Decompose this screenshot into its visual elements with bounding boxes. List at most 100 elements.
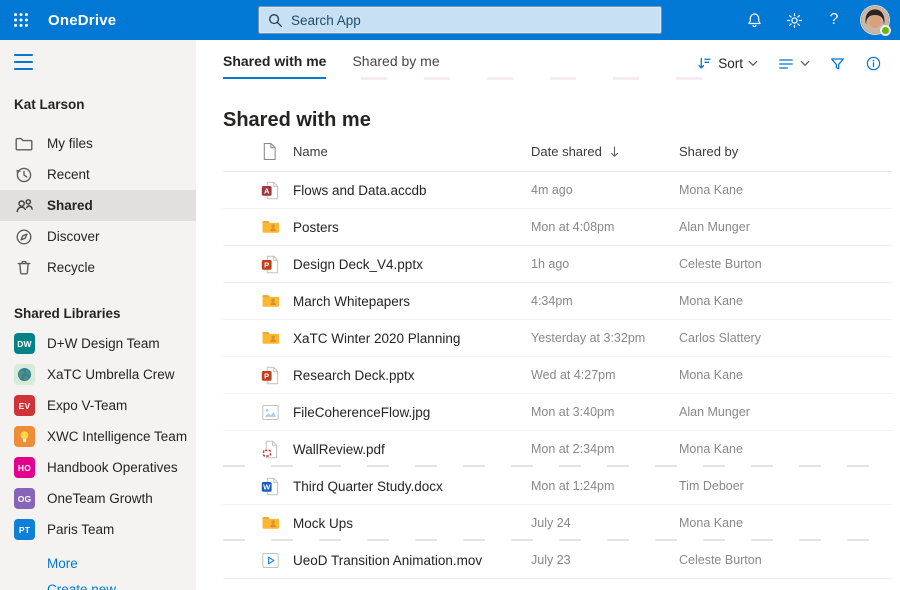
table-row[interactable]: Mock UpsJuly 24Mona Kane bbox=[223, 505, 892, 542]
file-name: Third Quarter Study.docx bbox=[293, 479, 531, 494]
library-initials-tile: HO bbox=[14, 457, 35, 478]
table-row[interactable]: PResearch Deck.pptxWed at 4:27pmMona Kan… bbox=[223, 357, 892, 394]
table-row[interactable]: PDesign Deck_V4.pptx1h agoCeleste Burton bbox=[223, 246, 892, 283]
filter-funnel-icon bbox=[829, 56, 846, 72]
table-row[interactable]: PostersMon at 4:08pmAlan Munger bbox=[223, 209, 892, 246]
shared-by: Mona Kane bbox=[679, 368, 892, 382]
folder-file-icon bbox=[223, 513, 293, 533]
search-input[interactable] bbox=[291, 13, 652, 28]
column-header-shared-by[interactable]: Shared by bbox=[679, 144, 892, 159]
sidebar-item-my-files[interactable]: My files bbox=[0, 128, 196, 159]
settings-gear-icon[interactable] bbox=[774, 0, 814, 40]
document-icon bbox=[261, 142, 278, 161]
filter-button[interactable] bbox=[829, 56, 846, 72]
globe-icon bbox=[14, 364, 35, 385]
user-name: Kat Larson bbox=[14, 97, 196, 112]
library-item-label: D+W Design Team bbox=[47, 336, 160, 351]
table-row[interactable]: March Whitepapers4:34pmMona Kane bbox=[223, 283, 892, 320]
sidebar-item-label: Recent bbox=[47, 167, 90, 182]
create-new-link[interactable]: Create new bbox=[47, 582, 116, 590]
library-item-oneteam-growth[interactable]: OGOneTeam Growth bbox=[0, 483, 196, 514]
folder-icon bbox=[14, 134, 34, 154]
bulb-icon bbox=[14, 426, 35, 447]
column-header-name[interactable]: Name bbox=[293, 144, 531, 159]
date-shared: Mon at 2:34pm bbox=[531, 442, 679, 456]
library-item-label: Expo V-Team bbox=[47, 398, 127, 413]
file-name: Flows and Data.accdb bbox=[293, 183, 531, 198]
search-icon bbox=[268, 13, 283, 28]
user-avatar[interactable] bbox=[860, 5, 890, 35]
search-box[interactable] bbox=[258, 6, 662, 34]
file-name: UeoD Transition Animation.mov bbox=[293, 553, 531, 568]
hamburger-menu-icon[interactable] bbox=[14, 54, 34, 70]
library-item-expo-v-team[interactable]: EV Expo V-Team bbox=[0, 390, 196, 421]
svg-text:P: P bbox=[264, 371, 269, 380]
file-name: Posters bbox=[293, 220, 531, 235]
date-shared: July 23 bbox=[531, 553, 679, 567]
sidebar-item-label: Shared bbox=[47, 198, 93, 213]
date-shared: Mon at 4:08pm bbox=[531, 220, 679, 234]
sort-arrow-icon bbox=[696, 55, 713, 72]
word-file-icon: W bbox=[223, 477, 293, 496]
tab-shared-with-me[interactable]: Shared with me bbox=[223, 53, 326, 79]
notifications-bell-icon[interactable] bbox=[734, 0, 774, 40]
primary-nav: My files Recent Shared DiscoverRecycle bbox=[0, 128, 196, 283]
shared-by: Alan Munger bbox=[679, 405, 892, 419]
table-row[interactable]: AFlows and Data.accdb4m agoMona Kane bbox=[223, 172, 892, 209]
tab-shared-by-me[interactable]: Shared by me bbox=[352, 53, 439, 79]
sort-descending-arrow-icon bbox=[610, 146, 619, 158]
library-item-label: Handbook Operatives bbox=[47, 460, 178, 475]
sidebar-item-recycle[interactable]: Recycle bbox=[0, 252, 196, 283]
folder-file-icon bbox=[223, 328, 293, 348]
file-name: XaTC Winter 2020 Planning bbox=[293, 331, 531, 346]
shared-by: Celeste Burton bbox=[679, 553, 892, 567]
library-item-d-w-design-team[interactable]: DW D+W Design Team bbox=[0, 328, 196, 359]
sort-label: Sort bbox=[718, 56, 743, 71]
access-file-icon: A bbox=[223, 181, 293, 200]
shared-by: Mona Kane bbox=[679, 442, 892, 456]
sidebar-item-label: My files bbox=[47, 136, 93, 151]
more-link[interactable]: More bbox=[47, 556, 78, 571]
chevron-down-icon bbox=[748, 60, 758, 67]
app-launcher-icon[interactable] bbox=[0, 0, 42, 40]
table-row[interactable]: FileCoherenceFlow.jpgMon at 3:40pmAlan M… bbox=[223, 394, 892, 431]
view-options-button[interactable] bbox=[777, 56, 810, 72]
svg-text:W: W bbox=[263, 482, 271, 491]
library-item-handbook-operatives[interactable]: HO Handbook Operatives bbox=[0, 452, 196, 483]
chevron-down-icon bbox=[800, 60, 810, 67]
shared-by: Mona Kane bbox=[679, 183, 892, 197]
powerpoint-file-icon: P bbox=[223, 366, 293, 385]
date-shared: Mon at 3:40pm bbox=[531, 405, 679, 419]
column-header-date-shared[interactable]: Date shared bbox=[531, 144, 679, 159]
library-item-xatc-umbrella-crew[interactable]: XaTC Umbrella Crew bbox=[0, 359, 196, 390]
date-shared: Wed at 4:27pm bbox=[531, 368, 679, 382]
library-item-xwc-intelligence-team[interactable]: XWC Intelligence Team bbox=[0, 421, 196, 452]
help-icon[interactable]: ? bbox=[814, 0, 854, 40]
library-item-paris-team[interactable]: PTParis Team bbox=[0, 514, 196, 545]
info-button[interactable] bbox=[865, 55, 882, 72]
sidebar-item-shared[interactable]: Shared bbox=[0, 190, 196, 221]
sidebar-item-recent[interactable]: Recent bbox=[0, 159, 196, 190]
library-initials-tile: EV bbox=[14, 395, 35, 416]
sort-button[interactable]: Sort bbox=[696, 55, 758, 72]
sidebar-item-discover[interactable]: Discover bbox=[0, 221, 196, 252]
table-row[interactable]: XaTC Winter 2020 PlanningYesterday at 3:… bbox=[223, 320, 892, 357]
library-initials-tile: PT bbox=[14, 519, 35, 540]
left-sidebar: Kat Larson My files Recent Shared DiscoverR… bbox=[0, 40, 196, 590]
header-file-type-icon bbox=[223, 142, 293, 161]
folder-file-icon bbox=[223, 217, 293, 237]
video-file-icon bbox=[223, 551, 293, 570]
table-body: AFlows and Data.accdb4m agoMona KanePost… bbox=[223, 172, 892, 579]
shared-by: Carlos Slattery bbox=[679, 331, 892, 345]
files-table: Name Date shared Shared by AFlows and Da… bbox=[223, 132, 892, 579]
shared-by: Mona Kane bbox=[679, 516, 892, 530]
topbar-actions: ? bbox=[734, 0, 900, 40]
date-shared: 1h ago bbox=[531, 257, 679, 271]
loading-shimmer-dashes bbox=[361, 77, 713, 80]
table-row[interactable]: WThird Quarter Study.docxMon at 1:24pmTi… bbox=[223, 468, 892, 505]
library-initials-tile: DW bbox=[14, 333, 35, 354]
library-item-label: XWC Intelligence Team bbox=[47, 429, 187, 444]
table-row[interactable]: UeoD Transition Animation.movJuly 23Cele… bbox=[223, 542, 892, 579]
table-row[interactable]: WallReview.pdfMon at 2:34pmMona Kane bbox=[223, 431, 892, 468]
library-item-label: XaTC Umbrella Crew bbox=[47, 367, 175, 382]
